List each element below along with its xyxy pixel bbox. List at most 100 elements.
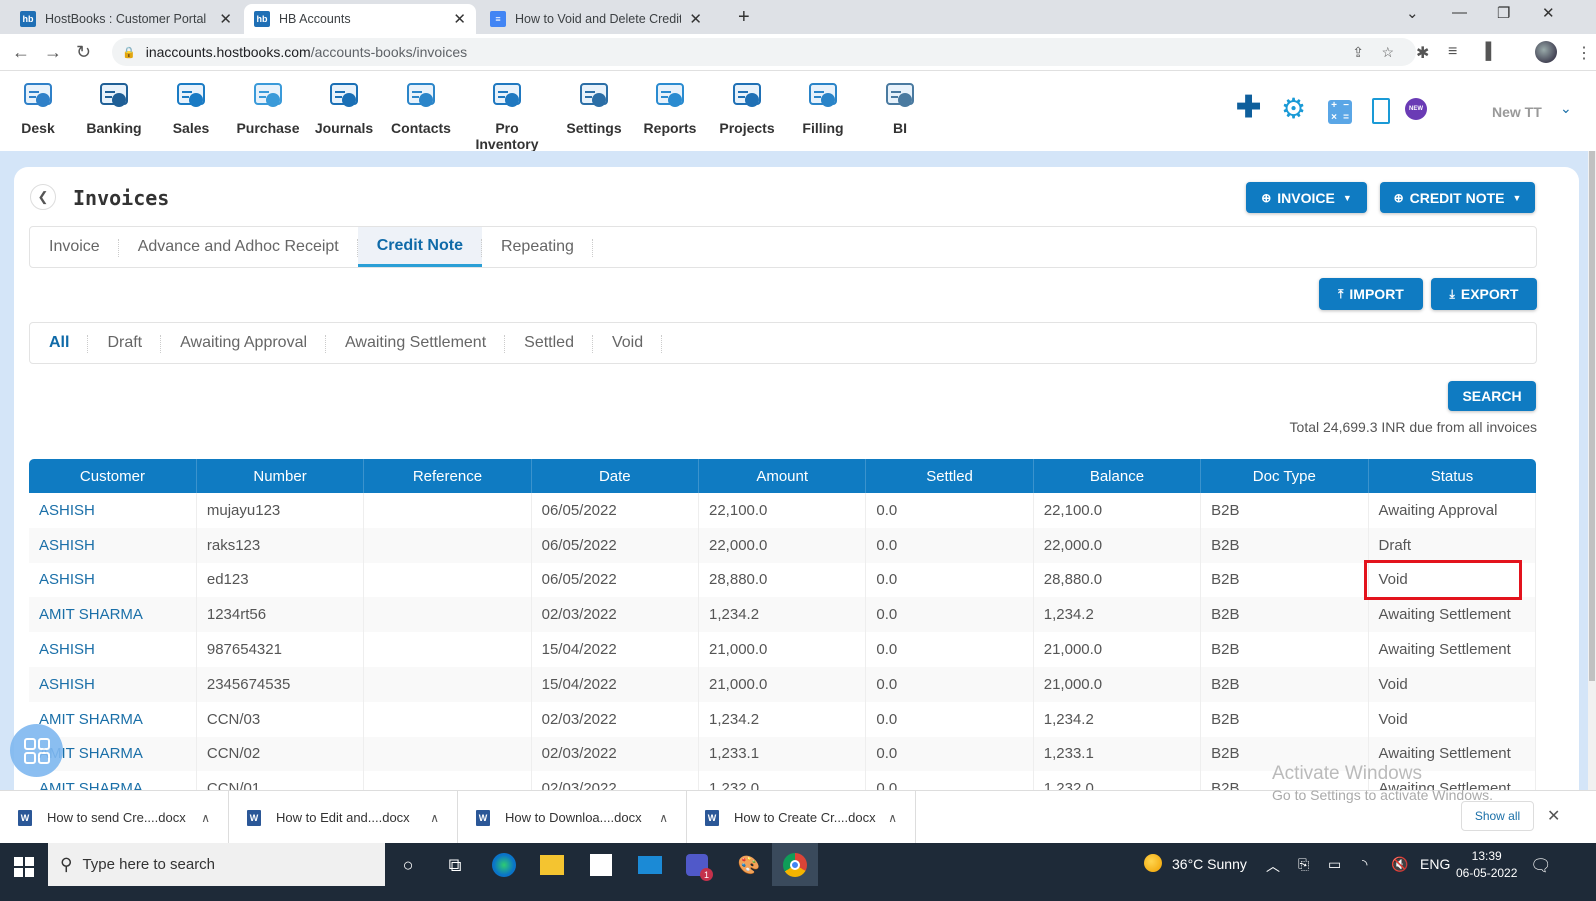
paint-icon[interactable]: 🎨 <box>735 851 763 879</box>
profile-avatar[interactable] <box>1535 41 1557 63</box>
volume-muted-icon[interactable]: 🔇 <box>1391 856 1408 873</box>
mail-icon[interactable] <box>638 856 662 874</box>
weather-text[interactable]: 36°C Sunny <box>1172 856 1247 872</box>
tab-credit-note[interactable]: Credit Note <box>357 227 483 267</box>
language-indicator[interactable]: ENG <box>1420 856 1450 872</box>
module-sales[interactable]: Sales <box>153 78 229 136</box>
module-contacts[interactable]: Contacts <box>383 78 459 136</box>
close-window-button[interactable]: ✕ <box>1542 4 1555 22</box>
column-header-settled[interactable]: Settled <box>865 459 1034 493</box>
filter-draft[interactable]: Draft <box>88 323 161 363</box>
module-journals[interactable]: Journals <box>306 78 382 136</box>
add-icon[interactable]: ✚ <box>1236 90 1261 125</box>
module-reports[interactable]: Reports <box>632 78 708 136</box>
notifications-icon[interactable]: 🗨 <box>1530 856 1552 876</box>
star-icon[interactable]: ☆ <box>1381 44 1394 61</box>
cell-customer[interactable]: AMIT SHARMA <box>29 597 197 633</box>
chevron-up-icon[interactable]: ∧ <box>430 811 439 825</box>
back-icon[interactable]: ← <box>12 42 30 63</box>
filter-settled[interactable]: Settled <box>505 323 593 363</box>
table-row[interactable]: ASHISH raks123 06/05/2022 22,000.0 0.0 22,000… <box>29 527 1536 563</box>
weather-sun-icon[interactable] <box>1144 854 1162 872</box>
download-item[interactable]: W How to send Cre....docx ∧ <box>0 791 229 844</box>
cell-customer[interactable]: ASHISH <box>29 527 197 563</box>
download-item[interactable]: W How to Edit and....docx ∧ <box>229 791 458 844</box>
column-header-customer[interactable]: Customer <box>29 459 197 493</box>
filter-awaiting-approval[interactable]: Awaiting Approval <box>161 323 326 363</box>
task-view-icon[interactable]: ⧉ <box>441 851 469 879</box>
browser-tab-how-to-void[interactable]: ≡ How to Void and Delete Credit N ✕ <box>480 4 712 34</box>
store-icon[interactable] <box>590 854 612 876</box>
table-row[interactable]: ASHISH ed123 06/05/2022 28,880.0 0.0 28,880.0… <box>29 562 1536 598</box>
browser-tab-customer-portal[interactable]: hb HostBooks : Customer Portal ✕ <box>10 4 242 34</box>
export-button[interactable]: ⤓ EXPORT <box>1431 278 1537 310</box>
chevron-down-icon[interactable]: ⌄ <box>1560 100 1572 117</box>
close-tab-icon[interactable]: ✕ <box>453 10 466 28</box>
battery-icon[interactable]: ▭ <box>1328 856 1341 873</box>
table-row[interactable]: ASHISH 2345674535 15/04/2022 21,000.0 0.0 21,… <box>29 666 1536 702</box>
cell-customer[interactable]: ASHISH <box>29 562 197 598</box>
column-header-amount[interactable]: Amount <box>698 459 867 493</box>
search-button[interactable]: SEARCH <box>1448 381 1536 411</box>
column-header-date[interactable]: Date <box>531 459 700 493</box>
download-item[interactable]: W How to Downloa....docx ∧ <box>458 791 687 844</box>
column-header-number[interactable]: Number <box>196 459 365 493</box>
module-purchase[interactable]: Purchase <box>230 78 306 136</box>
apps-grid-button[interactable] <box>10 724 63 777</box>
clock[interactable]: 13:39 06-05-2022 <box>1456 848 1517 882</box>
chevron-up-icon[interactable]: ∧ <box>659 811 668 825</box>
import-button[interactable]: ⤒ IMPORT <box>1319 278 1423 310</box>
scrollbar-thumb[interactable] <box>1589 151 1595 681</box>
table-row[interactable]: AMIT SHARMA CCN/02 02/03/2022 1,233.1 0.0 1,2… <box>29 736 1536 772</box>
new-badge-icon[interactable]: NEW <box>1405 98 1427 120</box>
cortana-icon[interactable]: ○ <box>394 851 422 879</box>
camera-icon[interactable]: ⎘ <box>1298 856 1309 873</box>
windows-start-icon[interactable] <box>14 857 34 877</box>
teams-icon[interactable]: 1 <box>686 854 713 881</box>
show-hidden-icons-chevron[interactable]: ︿ <box>1266 856 1280 876</box>
new-credit-note-button[interactable]: ⊕ CREDIT NOTE ▼ <box>1380 182 1535 213</box>
module-desk[interactable]: Desk <box>0 78 76 136</box>
forward-icon[interactable]: → <box>44 42 62 63</box>
column-header-doc-type[interactable]: Doc Type <box>1200 459 1369 493</box>
back-button[interactable]: ❮ <box>30 184 56 210</box>
module-settings[interactable]: Settings <box>556 78 632 136</box>
extensions-icon[interactable]: ✱ <box>1416 43 1429 63</box>
media-control-icon[interactable]: ≡ <box>1448 43 1457 61</box>
column-header-status[interactable]: Status <box>1368 459 1536 493</box>
tab-advance-adhoc-receipt[interactable]: Advance and Adhoc Receipt <box>119 227 358 267</box>
file-explorer-icon[interactable] <box>540 855 564 875</box>
cell-customer[interactable]: ASHISH <box>29 666 197 702</box>
close-tab-icon[interactable]: ✕ <box>219 10 232 28</box>
restore-button[interactable]: ❐ <box>1497 4 1510 22</box>
download-item[interactable]: W How to Create Cr....docx ∧ <box>687 791 916 844</box>
cell-customer[interactable]: ASHISH <box>29 493 197 528</box>
wifi-icon[interactable]: ◝ <box>1362 856 1367 873</box>
share-icon[interactable]: ⇪ <box>1352 44 1364 61</box>
document-icon[interactable] <box>1372 98 1390 124</box>
table-row[interactable]: ASHISH mujayu123 06/05/2022 22,100.0 0.0 22,1… <box>29 493 1536 528</box>
module-bi[interactable]: BI <box>862 78 938 136</box>
new-invoice-button[interactable]: ⊕ INVOICE ▼ <box>1246 182 1367 213</box>
taskbar-search-input[interactable]: ⚲ Type here to search <box>48 843 385 886</box>
table-row[interactable]: AMIT SHARMA CCN/03 02/03/2022 1,234.2 0.0 1,2… <box>29 701 1536 737</box>
tab-invoice[interactable]: Invoice <box>30 227 119 267</box>
reload-icon[interactable]: ↻ <box>76 42 91 63</box>
edge-icon[interactable] <box>492 853 516 877</box>
filter-awaiting-settlement[interactable]: Awaiting Settlement <box>326 323 506 363</box>
settings-gear-icon[interactable]: ⚙ <box>1281 92 1306 125</box>
minimize-button[interactable]: — <box>1452 4 1467 21</box>
browser-tab-hb-accounts[interactable]: hb HB Accounts ✕ <box>244 4 476 34</box>
filter-void[interactable]: Void <box>593 323 663 363</box>
new-tab-button[interactable]: + <box>738 6 750 29</box>
filter-all[interactable]: All <box>30 323 89 363</box>
cell-customer[interactable]: ASHISH <box>29 632 197 667</box>
column-header-reference[interactable]: Reference <box>363 459 532 493</box>
module-banking[interactable]: Banking <box>76 78 152 136</box>
side-panel-icon[interactable]: ▐ <box>1480 43 1491 61</box>
chevron-up-icon[interactable]: ∧ <box>888 811 897 825</box>
chrome-taskbar-button[interactable] <box>772 843 818 886</box>
module-filling[interactable]: Filling <box>785 78 861 136</box>
module-pro-inventory[interactable]: Pro Inventory <box>469 78 545 152</box>
tab-repeating[interactable]: Repeating <box>482 227 593 267</box>
